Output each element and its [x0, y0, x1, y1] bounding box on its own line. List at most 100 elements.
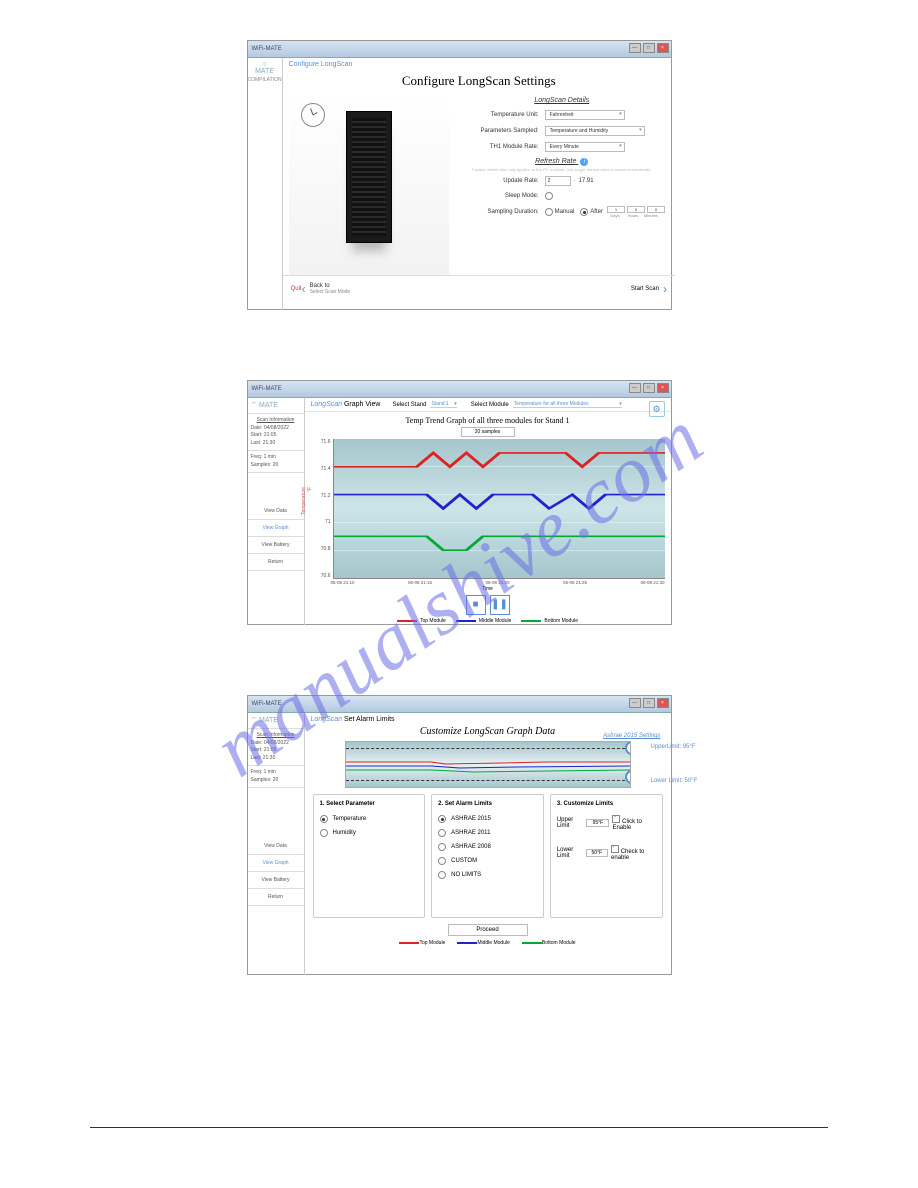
parameters-sampled-label: Parameters Sampled: — [459, 128, 539, 134]
after-radio[interactable] — [580, 208, 588, 216]
after-label: After — [590, 209, 603, 215]
temperature-unit-label: Temperature Unit: — [459, 112, 539, 118]
y-axis: Temperature °F 71.671.471.27170.870.6 — [311, 439, 333, 579]
hours-spinner[interactable]: 0 — [627, 206, 645, 213]
scan-stats-panel: Freq: 1 min Samples: 20 — [248, 451, 304, 473]
back-sub-label: Select Scan Mode — [310, 289, 351, 295]
window-title: WiFi-MATE — [252, 386, 282, 392]
samples-badge: 20 samples — [461, 427, 515, 437]
ashrae2011-radio[interactable] — [438, 829, 446, 837]
manual-radio[interactable] — [545, 208, 553, 216]
chart-title: Temp Trend Graph of all three modules fo… — [305, 416, 671, 425]
back-button[interactable]: ‹ Back toSelect Scan Mode — [302, 282, 351, 296]
app-logo: ⌔ MATE — [248, 398, 304, 414]
upper-limit-input[interactable]: 95°F — [586, 819, 609, 827]
view-data-button[interactable]: View Data — [248, 503, 304, 520]
minutes-label: Minutes — [643, 213, 659, 218]
select-module-label: Select Module — [471, 402, 509, 408]
pause-button[interactable]: ❚❚ — [490, 595, 510, 615]
lower-limit-label: Lower Limit — [557, 847, 583, 859]
chevron-left-icon: ‹ — [302, 282, 306, 296]
view-battery-button[interactable]: View Battery — [248, 872, 304, 889]
x-axis: 06-08 21:1006-08 21:1506-08 21:2006-08 2… — [331, 580, 665, 585]
lower-limit-checkbox[interactable] — [611, 845, 619, 853]
view-title: LongScan Set Alarm Limits — [305, 713, 671, 726]
humidity-radio[interactable] — [320, 829, 328, 837]
window-titlebar: WiFi-MATE —□× — [248, 41, 671, 58]
return-button[interactable]: Return — [248, 889, 304, 906]
update-rate-spinner[interactable]: 2 — [545, 176, 571, 186]
app-logo: MATE — [255, 68, 274, 75]
days-spinner[interactable]: 1 — [607, 206, 625, 213]
screenshot-configure: WiFi-MATE —□× ⌔ MATE COMPILATION Configu… — [247, 40, 672, 310]
nolimits-radio[interactable] — [438, 871, 446, 879]
sleep-mode-label: Sleep Mode: — [459, 193, 539, 199]
ashrae-settings-link[interactable]: Ashrae 2015 Settings — [603, 733, 660, 739]
rack-illustration — [289, 95, 449, 275]
window-title: WiFi-MATE — [252, 701, 282, 707]
select-stand-label: Select Stand — [392, 402, 426, 408]
return-button[interactable]: Return — [248, 554, 304, 571]
screenshot-graph: WiFi-MATE —□× ⌔ MATE Scan Information Da… — [247, 380, 672, 625]
view-data-button[interactable]: View Data — [248, 838, 304, 855]
quit-button[interactable]: Quit — [291, 286, 302, 292]
x-axis-label: Time — [305, 586, 671, 592]
section-longscan-details: LongScan Details — [459, 97, 665, 104]
upper-limit-label: Upper Limit — [557, 817, 584, 829]
start-label: Start Scan — [631, 286, 659, 292]
parameters-sampled-dropdown[interactable]: Temperature and Humidity — [545, 126, 645, 136]
view-graph-button[interactable]: View Graph — [248, 855, 304, 872]
app-logo: ⌔ MATE — [248, 713, 304, 729]
view-battery-button[interactable]: View Battery — [248, 537, 304, 554]
window-controls[interactable]: —□× — [629, 383, 669, 393]
window-titlebar: WiFi-MATE —□× — [248, 696, 671, 713]
app-sidebar: ⌔ MATE COMPILATION — [248, 58, 283, 310]
ashrae2015-radio[interactable] — [438, 815, 446, 823]
window-controls[interactable]: —□× — [629, 43, 669, 53]
custom-radio[interactable] — [438, 857, 446, 865]
sidebar: ⌔ MATE Scan Information Date: 04/08/2022… — [248, 398, 305, 625]
stop-button[interactable]: ■ — [466, 595, 486, 615]
days-label: Days — [607, 213, 623, 218]
info-icon[interactable]: i — [580, 158, 588, 166]
scan-information-panel: Scan Information Date: 04/08/2022 Start:… — [248, 729, 304, 766]
gear-icon[interactable]: ⚙ — [649, 401, 665, 417]
page-divider — [90, 1127, 828, 1128]
middle-module-line — [334, 495, 665, 509]
manual-label: Manual — [555, 209, 575, 215]
ashrae2008-radio[interactable] — [438, 843, 446, 851]
temperature-radio[interactable] — [320, 815, 328, 823]
sleep-mode-radio[interactable] — [545, 192, 553, 200]
lower-limit-input[interactable]: 50°F — [586, 849, 608, 857]
bottom-module-line — [334, 536, 665, 550]
window-title: WiFi-MATE — [252, 46, 282, 52]
start-scan-button[interactable]: Start Scan › — [631, 282, 667, 296]
hours-label: Hours — [625, 213, 641, 218]
proceed-button[interactable]: Proceed — [448, 924, 528, 936]
server-rack-icon — [346, 111, 392, 243]
minutes-spinner[interactable]: 0 — [647, 206, 665, 213]
y-axis-label: Temperature °F — [301, 487, 313, 515]
module-rate-dropdown[interactable]: Every Minute — [545, 142, 625, 152]
view-title: LongScan Graph View — [311, 401, 381, 408]
sidebar: ⌔ MATE Scan Information Date: 04/08/2022… — [248, 713, 305, 975]
window-controls[interactable]: —□× — [629, 698, 669, 708]
limits-preview-chart: UpperLimit: 95°F Lower Limit: 50°F — [345, 741, 631, 788]
module-rate-label: TH1 Module Rate: — [459, 144, 539, 150]
select-module-dropdown[interactable]: Temperature for all three Modules — [513, 401, 622, 408]
page-title: Configure LongScan Settings — [283, 71, 675, 95]
upper-limit-checkbox[interactable] — [612, 815, 620, 823]
select-stand-dropdown[interactable]: Stand 1 — [430, 401, 456, 408]
clock-icon — [301, 103, 325, 127]
window-titlebar: WiFi-MATE —□× — [248, 381, 671, 398]
set-alarm-limits-panel: 2. Set Alarm Limits ASHRAE 2015 ASHRAE 2… — [431, 794, 544, 918]
chart-legend: Top Module Middle Module Bottom Module — [305, 618, 671, 624]
update-rate-value: 17.91 — [579, 178, 594, 184]
refresh-help-text: Fastest refresh time only applies on the… — [459, 168, 665, 172]
temperature-unit-dropdown[interactable]: Fahrenheit — [545, 110, 625, 120]
update-rate-label: Update Rate: — [459, 178, 539, 184]
sampling-duration-label: Sampling Duration: — [459, 209, 539, 215]
section-refresh-rate: Refresh Rate — [535, 158, 576, 165]
chart-plot — [333, 439, 665, 579]
view-graph-button[interactable]: View Graph — [248, 520, 304, 537]
